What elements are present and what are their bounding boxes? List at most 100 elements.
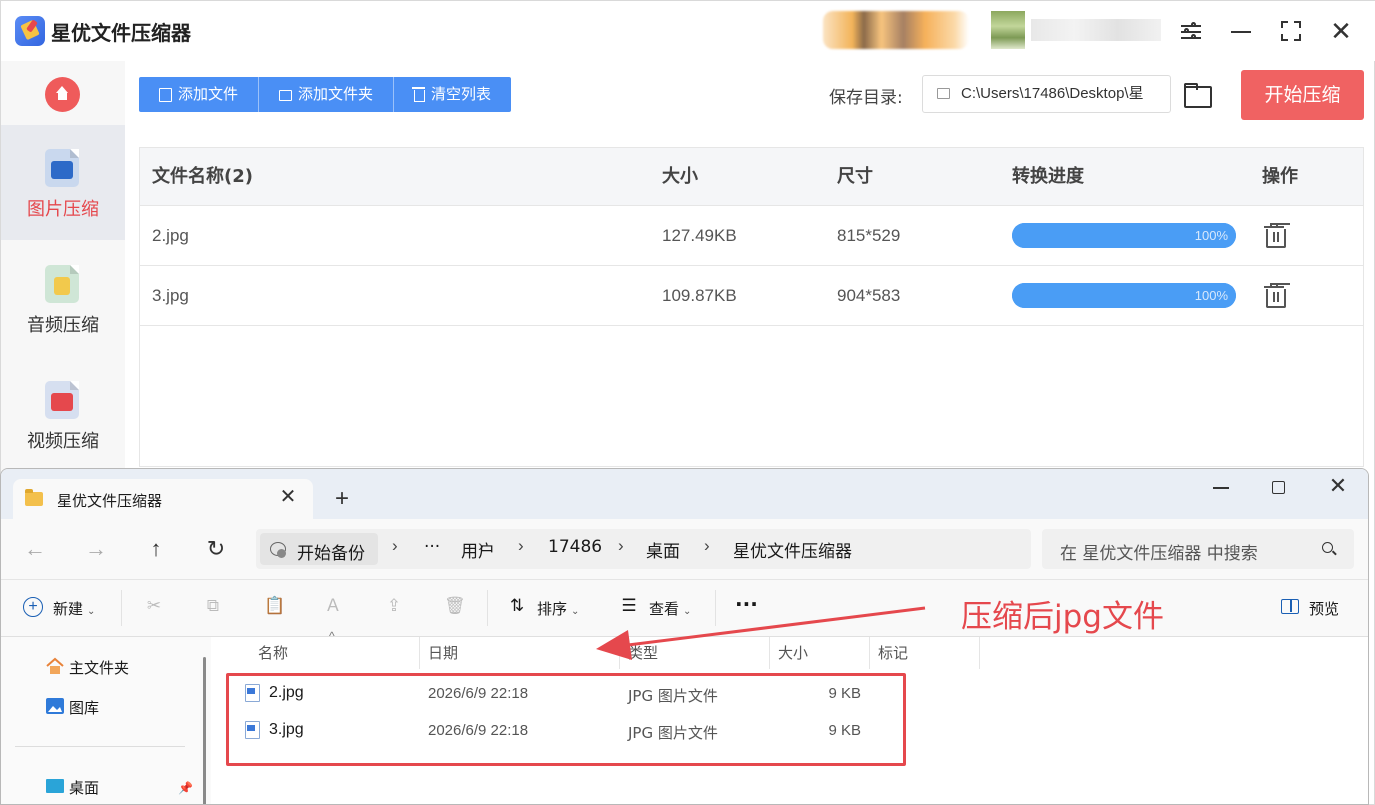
- delete-icon[interactable]: 🗑: [444, 596, 466, 616]
- chevron-right-icon: ›: [518, 536, 524, 555]
- column-header-name[interactable]: 名称: [250, 637, 420, 669]
- file-table: 文件名称(2) 大小 尺寸 转换进度 操作 2.jpg 127.49KB 815…: [139, 147, 1364, 467]
- annotation-highlight-box: [226, 673, 906, 766]
- new-plus-icon: +: [23, 597, 43, 617]
- breadcrumb-more[interactable]: ···: [424, 537, 440, 557]
- progress-text: 100%: [1194, 228, 1228, 243]
- blurred-user-avatar[interactable]: [823, 11, 969, 49]
- minimize-button[interactable]: [1227, 17, 1255, 45]
- pin-icon[interactable]: 📌: [178, 781, 193, 795]
- sidebar-item-label: 图片压缩: [27, 199, 99, 220]
- nav-scrollbar[interactable]: [203, 657, 206, 804]
- clear-list-button[interactable]: 清空列表: [394, 77, 511, 112]
- folder-icon: [279, 90, 293, 101]
- explorer-tab-bar: 星优文件压缩器 ✕ + ✕: [1, 469, 1368, 519]
- add-file-button[interactable]: 添加文件: [139, 77, 260, 112]
- column-header-tags[interactable]: 标记: [870, 637, 980, 669]
- tab-title: 星优文件压缩器: [57, 492, 163, 510]
- nav-item-gallery[interactable]: 图库: [69, 697, 99, 718]
- column-header-type[interactable]: 类型: [620, 637, 770, 669]
- preview-button[interactable]: 预览: [1309, 598, 1339, 619]
- file-actions-group: 添加文件 添加文件夹 清空列表: [139, 77, 512, 112]
- home-icon[interactable]: [45, 77, 80, 112]
- breadcrumb-current[interactable]: 星优文件压缩器: [733, 537, 852, 562]
- progress-text: 100%: [1194, 288, 1228, 303]
- image-file-icon: [45, 149, 79, 187]
- gallery-icon: [45, 697, 65, 715]
- more-options-button[interactable]: ···: [735, 592, 758, 616]
- column-header-size: 大小: [662, 166, 698, 187]
- refresh-icon[interactable]: ↻: [204, 537, 228, 561]
- add-folder-label: 添加文件夹: [298, 85, 374, 103]
- table-header: 文件名称(2) 大小 尺寸 转换进度 操作: [140, 148, 1363, 206]
- sort-button[interactable]: 排序 ⌄: [537, 598, 579, 619]
- explorer-search-input[interactable]: 在 星优文件压缩器 中搜索: [1042, 529, 1354, 569]
- explorer-close-button[interactable]: ✕: [1328, 473, 1348, 499]
- new-tab-icon[interactable]: +: [331, 487, 353, 511]
- chevron-right-icon: ›: [618, 536, 624, 555]
- file-name: 2.jpg: [152, 226, 189, 245]
- back-arrow-icon[interactable]: ←: [23, 537, 47, 561]
- file-name: 3.jpg: [152, 286, 189, 305]
- share-icon[interactable]: ⇪: [384, 596, 404, 616]
- column-header-date[interactable]: 日期: [420, 637, 620, 669]
- sidebar-item-image-compress[interactable]: 图片压缩: [1, 125, 125, 240]
- add-folder-button[interactable]: 添加文件夹: [259, 77, 395, 112]
- blurred-user-badge: [991, 11, 1025, 49]
- folder-icon: [937, 88, 950, 99]
- close-button[interactable]: ✕: [1327, 17, 1355, 45]
- sidebar-item-video-compress[interactable]: 视频压缩: [1, 357, 125, 472]
- maximize-button[interactable]: [1277, 17, 1305, 45]
- sidebar-item-audio-compress[interactable]: 音频压缩: [1, 241, 125, 356]
- breadcrumb-user-folder[interactable]: 17486: [548, 537, 602, 557]
- breadcrumb-label: 开始备份: [297, 544, 365, 564]
- view-button[interactable]: 查看 ⌄: [649, 598, 691, 619]
- column-header-action: 操作: [1262, 166, 1298, 187]
- nav-item-home[interactable]: 主文件夹: [69, 657, 129, 678]
- breadcrumb-users[interactable]: 用户: [461, 537, 495, 562]
- table-row: 2.jpg 127.49KB 815*529 100%: [140, 206, 1363, 266]
- delete-row-icon[interactable]: [1264, 223, 1286, 248]
- file-size: 127.49KB: [662, 226, 737, 245]
- new-button[interactable]: 新建 ⌄: [53, 598, 95, 619]
- breadcrumb-desktop[interactable]: 桌面: [646, 537, 680, 562]
- desktop-icon: [45, 777, 65, 795]
- file-dims: 904*583: [837, 286, 901, 305]
- progress-bar: 100%: [1012, 283, 1236, 308]
- video-file-icon: [45, 381, 79, 419]
- cloud-backup-icon: [270, 542, 286, 558]
- address-bar[interactable]: 开始备份 › ··· › 用户 › 17486 › 桌面 › 星优文件压缩器: [256, 529, 1031, 569]
- sidebar-item-label: 视频压缩: [27, 431, 99, 452]
- tab-close-icon[interactable]: ✕: [277, 486, 299, 508]
- forward-arrow-icon[interactable]: →: [84, 537, 108, 561]
- file-size: 109.87KB: [662, 286, 737, 305]
- rename-icon[interactable]: Ａ: [323, 596, 343, 616]
- start-compress-button[interactable]: 开始压缩: [1241, 70, 1364, 120]
- delete-row-icon[interactable]: [1264, 283, 1286, 308]
- explorer-tab[interactable]: 星优文件压缩器 ✕: [13, 479, 313, 519]
- up-arrow-icon[interactable]: ↑: [144, 537, 168, 561]
- explorer-minimize-button[interactable]: [1213, 487, 1229, 489]
- preview-pane-icon: [1281, 599, 1299, 614]
- file-dims: 815*529: [837, 226, 901, 245]
- annotation-label: 压缩后jpg文件: [961, 599, 1164, 635]
- folder-icon: [25, 489, 43, 506]
- file-icon: [159, 87, 172, 102]
- copy-icon[interactable]: ⧉: [203, 596, 223, 616]
- browse-folder-icon[interactable]: [1184, 83, 1212, 108]
- save-dir-input[interactable]: C:\Users\17486\Desktop\星: [922, 75, 1171, 113]
- column-header-dims: 尺寸: [837, 166, 873, 187]
- trash-icon: [412, 87, 426, 102]
- clear-list-label: 清空列表: [431, 85, 492, 103]
- column-header-size[interactable]: 大小: [770, 637, 870, 669]
- explorer-maximize-button[interactable]: [1272, 481, 1285, 494]
- save-dir-value: C:\Users\17486\Desktop\星: [961, 85, 1144, 102]
- app-logo-icon: [15, 16, 45, 46]
- cut-icon[interactable]: ✂: [144, 596, 164, 616]
- paste-icon[interactable]: 📋: [264, 596, 285, 616]
- breadcrumb-backup[interactable]: 开始备份: [260, 533, 378, 565]
- settings-sliders-icon[interactable]: [1177, 17, 1205, 45]
- progress-bar: 100%: [1012, 223, 1236, 248]
- nav-item-desktop[interactable]: 桌面: [69, 777, 99, 798]
- title-bar: 星优文件压缩器 ✕: [1, 1, 1375, 61]
